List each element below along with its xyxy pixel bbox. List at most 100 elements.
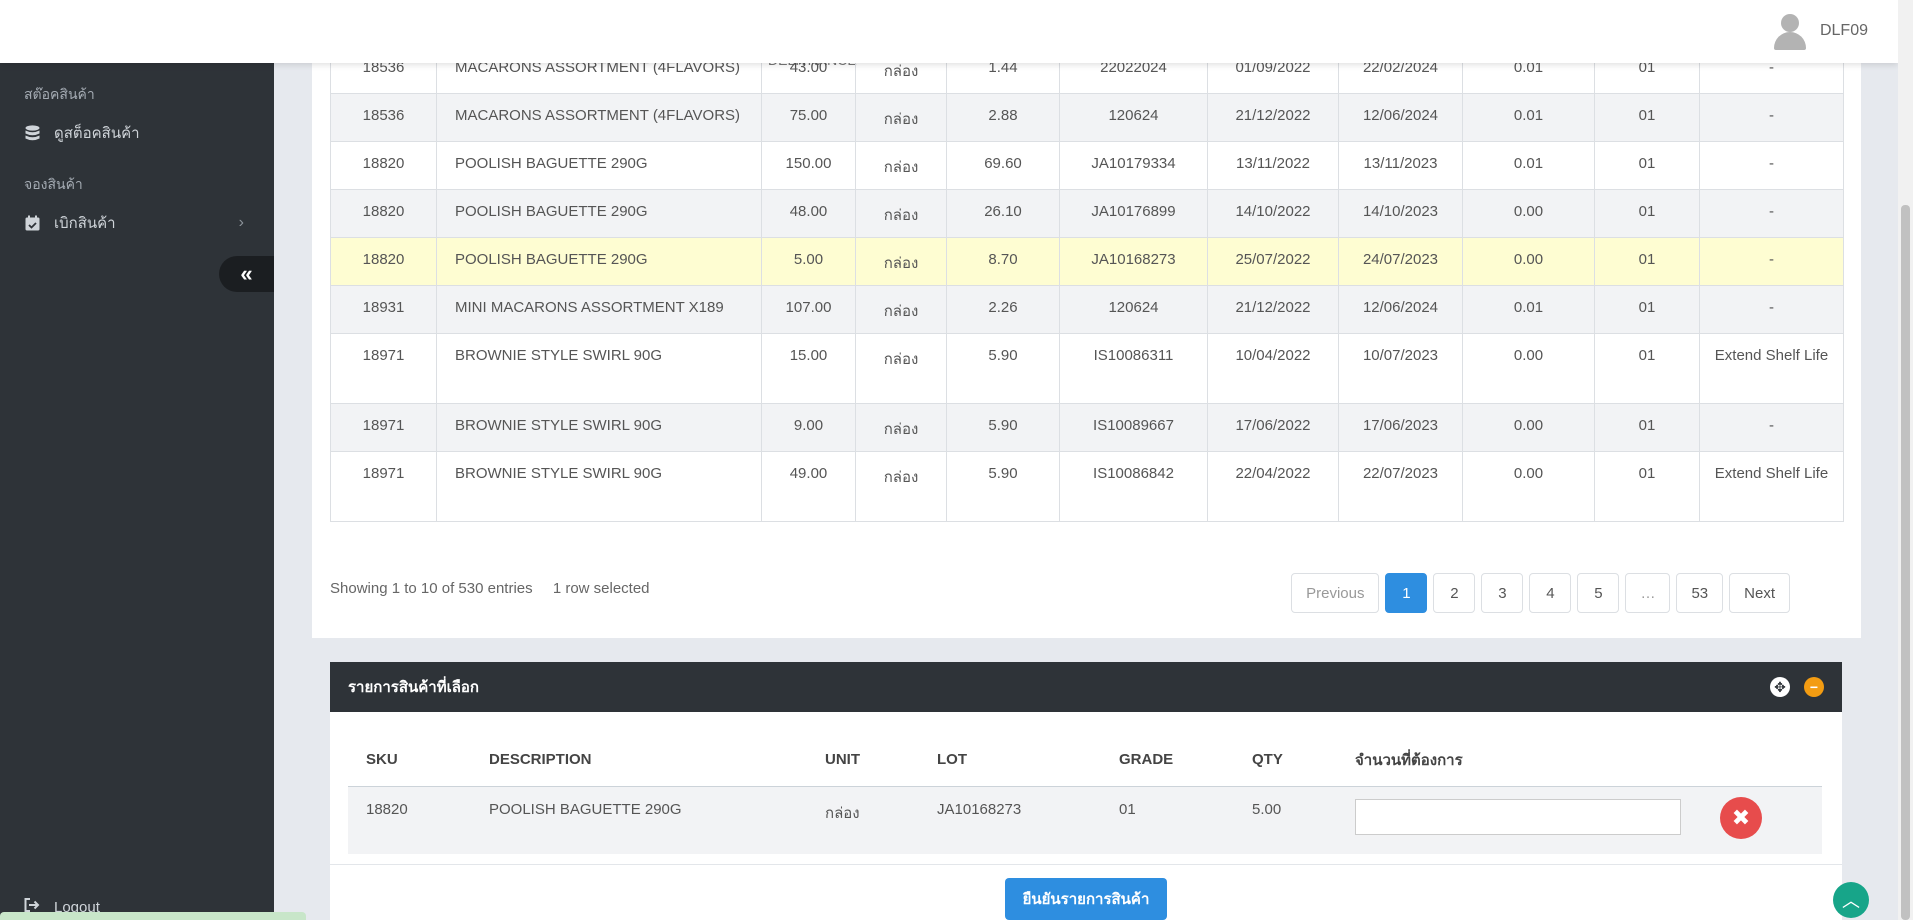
cell-grade: 01 (1594, 189, 1700, 238)
cell-unit: กล่อง (855, 237, 947, 286)
pagination-page-2[interactable]: 2 (1433, 573, 1476, 613)
scroll-to-top-button[interactable]: ︿ (1833, 882, 1869, 918)
cell-qty: 5.00 (1234, 786, 1337, 854)
cell-ratio: 0.01 (1462, 285, 1595, 334)
cell-lot: JA10179334 (1059, 141, 1208, 190)
cell-quantity: 5.00 (761, 237, 856, 286)
pagination-page-53[interactable]: 53 (1676, 573, 1724, 613)
selected-items-table: SKU DESCRIPTION UNIT LOT GRADE QTY จำนวน… (348, 734, 1822, 854)
sidebar-section-stock: สต๊อคสินค้า (24, 86, 95, 102)
pagination-page-1[interactable]: 1 (1385, 573, 1428, 613)
cell-unit: กล่อง (855, 189, 947, 238)
col-header-unit: UNIT (807, 734, 919, 787)
table-row[interactable]: 18536 MACARONS ASSORTMENT (4FLAVORS) 75.00… (330, 93, 1844, 142)
cell-weight: 5.90 (946, 451, 1060, 522)
cell-unit: กล่อง (855, 451, 947, 522)
cell-mfg-date: 14/10/2022 (1207, 189, 1339, 238)
cell-weight: 5.90 (946, 333, 1060, 404)
pagination-page-3[interactable]: 3 (1481, 573, 1524, 613)
cell-exp-date: 12/06/2024 (1338, 285, 1463, 334)
table-row[interactable]: 18971 BROWNIE STYLE SWIRL 90G 49.00 กล่อง 5.… (330, 451, 1844, 522)
sidebar-item-label: เบิกสินค้า (54, 215, 116, 232)
cell-sku: 18820 (330, 141, 437, 190)
sidebar-item-withdraw[interactable]: เบิกสินค้า › (24, 211, 244, 235)
stock-table: 18536 MACARONS ASSORTMENT (4FLAVORS) 43.00… (330, 45, 1844, 522)
sidebar-collapse-button[interactable]: « (219, 256, 274, 292)
cell-sku: 18971 (330, 451, 437, 522)
remove-item-button[interactable]: ✖ (1720, 796, 1762, 839)
cell-quantity: 75.00 (761, 93, 856, 142)
move-icon[interactable]: ✥ (1770, 677, 1790, 697)
cell-unit: กล่อง (855, 333, 947, 404)
cell-unit: กล่อง (855, 141, 947, 190)
cell-sku: 18820 (330, 189, 437, 238)
table-row[interactable]: 18820 POOLISH BAGUETTE 290G 150.00 กล่อง 69.… (330, 141, 1844, 190)
scrollbar-thumb[interactable] (1901, 205, 1910, 920)
cell-description: MINI MACARONS ASSORTMENT X189 (436, 285, 762, 334)
cell-grade: 01 (1594, 93, 1700, 142)
cell-sku: 18971 (330, 403, 437, 452)
cell-weight: 5.90 (946, 403, 1060, 452)
cell-quantity: 48.00 (761, 189, 856, 238)
cell-description: BROWNIE STYLE SWIRL 90G (436, 333, 762, 404)
sidebar-item-view-stock[interactable]: ดูสต็อคสินค้า (24, 121, 244, 145)
pagination-previous[interactable]: Previous (1291, 573, 1380, 613)
sidebar-section-reserve: จองสินค้า (24, 176, 83, 192)
cell-remark: Extend Shelf Life (1699, 451, 1844, 522)
username[interactable]: DLF09 (1820, 22, 1868, 40)
table-row[interactable]: 18971 BROWNIE STYLE SWIRL 90G 9.00 กล่อง 5.9… (330, 403, 1844, 452)
cell-description: BROWNIE STYLE SWIRL 90G (436, 451, 762, 522)
cell-quantity: 15.00 (761, 333, 856, 404)
pagination-next[interactable]: Next (1729, 573, 1790, 613)
selection-info: 1 row selected (552, 580, 650, 597)
minimize-icon[interactable]: − (1804, 677, 1824, 697)
table-row[interactable]: 18971 BROWNIE STYLE SWIRL 90G 15.00 กล่อง 5.… (330, 333, 1844, 404)
calendar-check-icon (24, 214, 40, 232)
cell-grade: 01 (1594, 285, 1700, 334)
avatar[interactable] (1772, 12, 1808, 50)
table-info: Showing 1 to 10 of 530 entries 1 row sel… (330, 580, 650, 597)
table-row[interactable]: 18820 POOLISH BAGUETTE 290G 48.00 กล่อง 26.1… (330, 189, 1844, 238)
pagination-page-5[interactable]: 5 (1577, 573, 1620, 613)
required-qty-input[interactable] (1355, 798, 1681, 835)
cell-exp-date: 17/06/2023 (1338, 403, 1463, 452)
cell-mfg-date: 21/12/2022 (1207, 93, 1339, 142)
table-row[interactable]: 18820 POOLISH BAGUETTE 290G 5.00 กล่อง 8.70 J… (330, 237, 1844, 286)
panel-title: รายการสินค้าที่เลือก (348, 679, 479, 696)
cell-lot: JA10168273 (1059, 237, 1208, 286)
col-header-sku: SKU (348, 734, 471, 787)
cell-grade: 01 (1594, 403, 1700, 452)
cell-lot: JA10168273 (919, 786, 1101, 854)
cell-lot: IS10089667 (1059, 403, 1208, 452)
selected-items-panel: รายการสินค้าที่เลือก ✥ − SKU DESCRIPTION… (330, 662, 1842, 920)
chevron-up-icon: ︿ (1842, 891, 1860, 911)
cell-ratio: 0.00 (1462, 237, 1595, 286)
cell-exp-date: 10/07/2023 (1338, 333, 1463, 404)
cell-exp-date: 24/07/2023 (1338, 237, 1463, 286)
selected-item-row: 18820 POOLISH BAGUETTE 290G กล่อง JA1016… (348, 786, 1822, 854)
chevron-right-icon: › (238, 214, 244, 231)
confirm-items-button[interactable]: ยืนยันรายการสินค้า (1005, 878, 1167, 920)
cell-sku: 18820 (330, 237, 437, 286)
cell-quantity: 150.00 (761, 141, 856, 190)
cell-ratio: 0.01 (1462, 93, 1595, 142)
cell-mfg-date: 25/07/2022 (1207, 237, 1339, 286)
pagination-page-4[interactable]: 4 (1529, 573, 1572, 613)
cell-ratio: 0.00 (1462, 451, 1595, 522)
cell-grade: 01 (1594, 141, 1700, 190)
user-menu[interactable]: DLF09 (1772, 12, 1868, 50)
cell-unit: กล่อง (855, 285, 947, 334)
page-scrollbar[interactable] (1898, 0, 1913, 920)
cell-exp-date: 22/07/2023 (1338, 451, 1463, 522)
cell-mfg-date: 22/04/2022 (1207, 451, 1339, 522)
cell-exp-date: 12/06/2024 (1338, 93, 1463, 142)
cell-mfg-date: 21/12/2022 (1207, 285, 1339, 334)
table-row[interactable]: 18931 MINI MACARONS ASSORTMENT X189 107.00… (330, 285, 1844, 334)
cell-grade: 01 (1594, 451, 1700, 522)
cell-remark: - (1699, 403, 1844, 452)
cell-exp-date: 14/10/2023 (1338, 189, 1463, 238)
cell-lot: IS10086311 (1059, 333, 1208, 404)
cell-remark: - (1699, 285, 1844, 334)
col-header-description: DESCRIPTION (471, 734, 807, 787)
cell-weight: 2.88 (946, 93, 1060, 142)
